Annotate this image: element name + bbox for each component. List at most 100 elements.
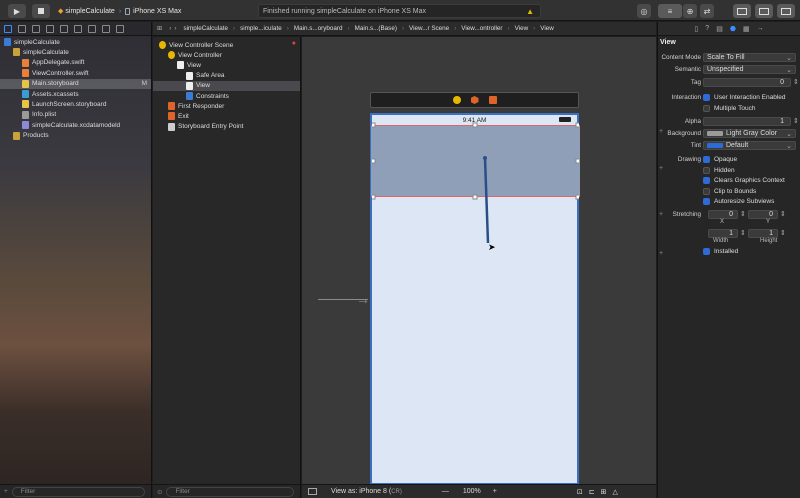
first-responder-icon[interactable] xyxy=(470,96,479,104)
stop-button[interactable] xyxy=(32,4,50,18)
library-button[interactable]: ◎ xyxy=(637,4,651,18)
nav-item[interactable]: simpleCalculate xyxy=(0,37,151,47)
pin-icon[interactable]: ⊞ xyxy=(601,488,607,496)
inspector-select[interactable]: Unspecified ⌄ xyxy=(703,65,796,74)
outline-item[interactable]: First Responder xyxy=(153,101,300,111)
identity-inspector-icon[interactable]: ▤ xyxy=(716,25,723,33)
nav-item-label: simpleCalculate xyxy=(14,38,60,46)
resize-handle[interactable] xyxy=(472,122,478,128)
version-editor-button[interactable]: ⇄ xyxy=(700,4,714,18)
jump-bar-item[interactable]: Main.s...oryboard xyxy=(294,25,343,32)
standard-editor-button[interactable]: ≡ xyxy=(658,4,682,18)
scheme-selector[interactable]: ◆ simpleCalculate › iPhone XS Max xyxy=(58,4,181,18)
jump-bar-item[interactable]: View...r Scene xyxy=(409,25,449,32)
outline-item-label: View Controller Scene xyxy=(169,41,234,49)
resize-handle[interactable] xyxy=(472,194,478,200)
resize-handle[interactable] xyxy=(575,158,579,164)
file-inspector-icon[interactable]: ▯ xyxy=(694,25,698,33)
assets-icon xyxy=(22,90,29,98)
assistant-editor-button[interactable]: ⊕ xyxy=(683,4,697,18)
outline-item[interactable]: View Controller Scene xyxy=(153,40,300,50)
filter-placeholder: Filter xyxy=(20,488,36,495)
grid-icon[interactable]: ⊞ xyxy=(157,25,162,32)
forward-icon[interactable]: › xyxy=(174,25,176,32)
nav-item[interactable]: AppDelegate.swift xyxy=(0,58,151,68)
outline-item[interactable]: Safe Area xyxy=(153,71,300,81)
play-icon: ▶ xyxy=(13,6,21,16)
test-icon[interactable] xyxy=(74,24,82,33)
breakpoint-icon[interactable] xyxy=(102,24,110,33)
outline-item[interactable]: View xyxy=(153,80,300,91)
outline-toggle-icon[interactable] xyxy=(308,488,317,495)
align-icon[interactable]: ⊏ xyxy=(589,488,595,496)
help-inspector-icon[interactable]: ? xyxy=(705,25,709,32)
exit-icon xyxy=(168,112,175,121)
jump-bar-item[interactable]: View xyxy=(515,25,529,32)
jump-bar-item[interactable]: simpleCalculate xyxy=(184,25,228,32)
storyboard-canvas[interactable]: → 9:41 AM ➤ xyxy=(302,37,656,484)
resize-handle[interactable] xyxy=(372,158,376,164)
resolve-icon[interactable]: △ xyxy=(613,488,618,496)
inspector-value: Light Gray Color xyxy=(726,130,777,137)
back-icon[interactable]: ‹ xyxy=(169,25,171,32)
outline-item[interactable]: Exit xyxy=(153,111,300,121)
attributes-inspector-icon[interactable]: ⬣ xyxy=(730,25,736,33)
nav-item[interactable]: LaunchScreen.storyboard xyxy=(0,99,151,109)
inspector-color-picker[interactable]: Default ⌄ xyxy=(703,141,796,150)
report-icon[interactable] xyxy=(116,24,124,33)
add-icon[interactable]: + xyxy=(4,488,8,495)
jump-bar-item[interactable]: View xyxy=(540,25,554,32)
zoom-in-button[interactable]: + xyxy=(493,488,497,495)
navigator-filter-input[interactable]: Filter xyxy=(11,486,145,497)
exit-icon[interactable] xyxy=(488,96,497,104)
symbol-icon[interactable] xyxy=(32,24,40,33)
toggle-inspector-button[interactable] xyxy=(777,4,795,18)
nav-item[interactable]: Assets.xcassets xyxy=(0,89,151,99)
view-as-button[interactable]: View as: iPhone 8 (CR) xyxy=(331,488,402,495)
close-icon[interactable]: ● xyxy=(292,40,296,47)
debug-icon[interactable] xyxy=(88,24,96,33)
zoom-out-button[interactable]: — xyxy=(442,488,449,495)
outline-item[interactable]: Storyboard Entry Point xyxy=(153,122,300,132)
issue-icon[interactable] xyxy=(60,24,68,33)
nav-item[interactable]: Info.plist xyxy=(0,110,151,120)
view-controller-icon[interactable] xyxy=(452,96,461,104)
warning-icon[interactable]: ▲ xyxy=(526,7,534,16)
constraint-overlay xyxy=(372,122,579,244)
connections-inspector-icon[interactable]: → xyxy=(757,25,764,32)
nav-item-label: Assets.xcassets xyxy=(32,90,79,98)
plist-icon xyxy=(22,110,29,119)
jump-bar-item[interactable]: Main.s...(Base) xyxy=(355,25,397,32)
outline-item[interactable]: Constraints xyxy=(153,91,300,101)
outline-item-label: Storyboard Entry Point xyxy=(178,123,244,131)
resize-handle[interactable] xyxy=(372,122,376,128)
stop-icon xyxy=(38,8,44,14)
outline-filter-input[interactable]: Filter xyxy=(166,486,294,497)
toggle-debug-button[interactable] xyxy=(755,4,773,18)
outline-item[interactable]: View Controller xyxy=(153,50,300,60)
resize-handle[interactable] xyxy=(575,194,579,200)
size-inspector-icon[interactable]: ▦ xyxy=(743,25,750,33)
run-button[interactable]: ▶ xyxy=(8,4,26,18)
source-control-icon[interactable] xyxy=(18,24,26,33)
version-icon: ⇄ xyxy=(703,6,711,16)
resize-handle[interactable] xyxy=(575,122,579,128)
embed-icon[interactable]: ⊡ xyxy=(577,488,583,496)
nav-item[interactable]: simpleCalculate xyxy=(0,47,151,57)
toggle-navigator-button[interactable] xyxy=(733,4,751,18)
outline-filter-bar: ⊙ Filter xyxy=(153,484,300,498)
nav-item[interactable]: ViewController.swift xyxy=(0,68,151,78)
outline-item[interactable]: View xyxy=(153,60,300,70)
jump-bar-item[interactable]: simple...iculate xyxy=(240,25,282,32)
folder-icon[interactable] xyxy=(4,24,12,33)
view-as-regular: R) xyxy=(395,489,402,495)
iphone-scene[interactable]: 9:41 AM ➤ xyxy=(370,113,580,484)
nav-item[interactable]: Main.storyboard M xyxy=(0,78,151,89)
nav-item[interactable]: Products xyxy=(0,131,151,141)
inspector-select[interactable]: Scale To Fill ⌄ xyxy=(703,53,796,62)
resize-handle[interactable] xyxy=(372,194,376,200)
find-icon[interactable] xyxy=(46,24,54,33)
inspector-color-picker[interactable]: Light Gray Color ⌄ xyxy=(703,129,796,138)
jump-bar-item[interactable]: View...ontroller xyxy=(461,25,502,32)
nav-item[interactable]: simpleCalculate.xcdatamodeld xyxy=(0,120,151,130)
